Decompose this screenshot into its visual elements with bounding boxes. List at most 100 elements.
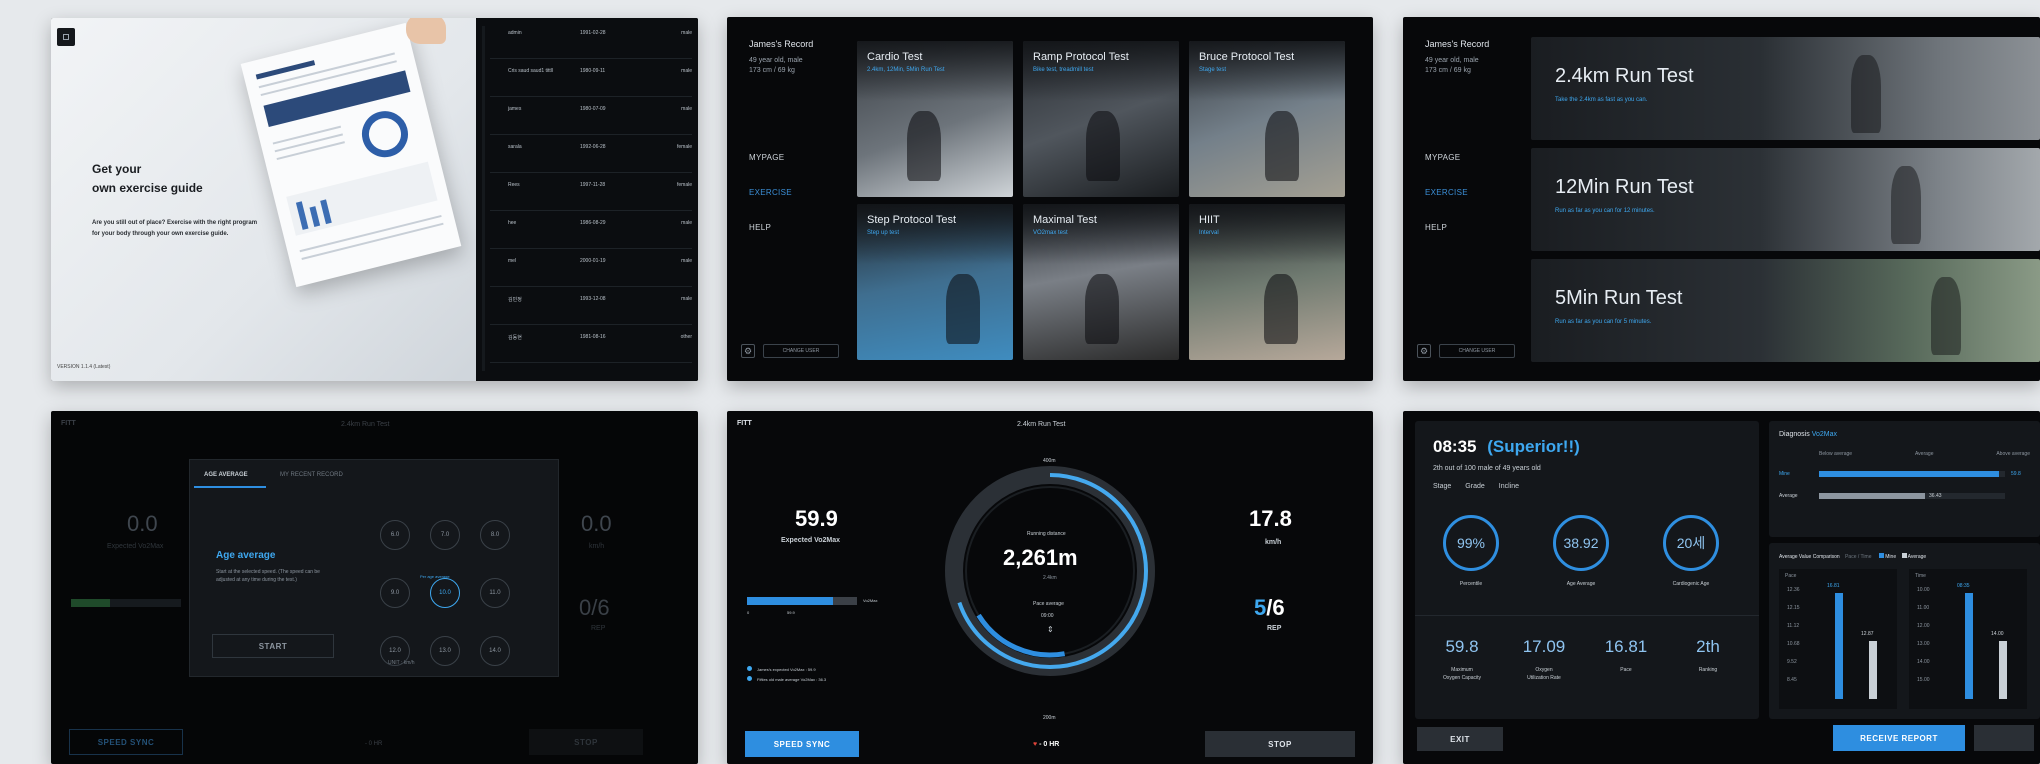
user-row[interactable]: james 1980-07-09 male <box>490 106 692 136</box>
result-stat-label: Oxygen <box>1535 667 1553 673</box>
runner-figure <box>946 274 980 344</box>
result-stat-value: 2th <box>1696 637 1720 656</box>
user-name: james <box>508 106 522 112</box>
tile-title: Maximal Test <box>1033 214 1097 226</box>
runner-figure <box>1264 274 1298 344</box>
tab-my-recent-record[interactable]: MY RECENT RECORD <box>280 472 343 478</box>
user-row[interactable]: 김동현 1981-08-16 other <box>490 334 692 364</box>
exercise-tile[interactable]: Ramp Protocol Test Bike test, treadmill t… <box>1023 41 1179 197</box>
vo2-bar <box>747 597 857 605</box>
pace-toggle-icon[interactable]: ⇕ <box>1047 625 1054 634</box>
user-list-scrollbar[interactable] <box>482 26 485 371</box>
user-birthdate: 1997-11-28 <box>580 182 606 188</box>
tile-subtitle: Stage test <box>1199 67 1227 73</box>
speed-option[interactable]: 7.0 <box>430 520 460 550</box>
user-row[interactable]: sarala 1992-06-28 female <box>490 144 692 174</box>
user-gender: female <box>676 144 692 150</box>
exercise-tile[interactable]: Cardio Test 2.4km, 12Min, 5Min Run Test <box>857 41 1013 197</box>
speed-option[interactable]: 14.0 <box>480 636 510 666</box>
user-birthdate: 1991-02-28 <box>580 30 606 36</box>
version-label: VERSION 1.1.4 (Latest) <box>57 364 111 370</box>
time-table: Time 10.00 11.00 12.00 13.00 14.00 15.00 08:35… <box>1909 569 2027 709</box>
diagnosis-title: Diagnosis Vo2Max <box>1779 431 1837 438</box>
hand-illustration <box>406 18 446 44</box>
result-rank-text: 2th out of 100 male of 49 years old <box>1433 465 1541 472</box>
user-name: Rees <box>508 182 520 188</box>
settings-icon[interactable]: ⚙ <box>1417 344 1431 358</box>
result-circle: 99% <box>1443 515 1499 571</box>
tab-age-average[interactable]: AGE AVERAGE <box>204 472 248 478</box>
speed-hint: Per age average <box>420 574 450 579</box>
row-divider <box>490 210 692 211</box>
logo-icon[interactable] <box>57 28 75 46</box>
comparison-row-label: 10.00 <box>1917 587 1930 593</box>
user-list: admin 1991-02-28 male Cris saud saud1 tittl… <box>476 18 698 381</box>
change-user-button[interactable]: CHANGE USER <box>1439 344 1515 358</box>
speed-option[interactable]: 9.0 <box>380 578 410 608</box>
speed-option[interactable]: 8.0 <box>480 520 510 550</box>
vo2-label: Expected Vo2Max <box>781 537 841 544</box>
exercise-tile[interactable]: HIIT Interval <box>1189 204 1345 360</box>
run-test-tile[interactable]: 2.4km Run Test Take the 2.4km as fast as … <box>1531 37 2040 140</box>
exercise-tile[interactable]: Step Protocol Test Step up test <box>857 204 1013 360</box>
menu-exercise[interactable]: EXERCISE <box>749 188 792 197</box>
rep-value: 0/6 <box>579 595 610 620</box>
receive-report-button[interactable]: RECEIVE REPORT <box>1833 725 1965 751</box>
exit-button[interactable]: EXIT <box>1417 727 1503 751</box>
row-divider <box>490 172 692 173</box>
user-name: admin <box>508 30 522 36</box>
heart-rate: - 0 HR <box>365 741 383 747</box>
user-row[interactable]: mel 2000-01-19 male <box>490 258 692 288</box>
pace-table-title: Pace <box>1785 573 1797 579</box>
time-table-title: Time <box>1915 573 1926 579</box>
speed-option[interactable]: 11.0 <box>480 578 510 608</box>
user-birthdate: 1980-09-11 <box>580 68 606 74</box>
user-row[interactable]: Cris saud saud1 tittll 1980-09-11 male <box>490 68 692 98</box>
comparison-bar-label: 16.81 <box>1827 583 1840 589</box>
menu-help[interactable]: HELP <box>749 223 792 232</box>
menu-help[interactable]: HELP <box>1425 223 1468 232</box>
start-test-panel: FITT 2.4km Run Test 0.0 Expected Vo2Max … <box>51 411 698 764</box>
user-row[interactable]: hee 1986-08-29 male <box>490 220 692 250</box>
run-test-tile[interactable]: 12Min Run Test Run as far as you can for … <box>1531 148 2040 251</box>
user-row[interactable]: 김민정 1993-12-08 male <box>490 296 692 326</box>
profile-block: James's Record 49 year old, male 173 cm … <box>749 39 813 74</box>
menu-mypage[interactable]: MYPAGE <box>1425 153 1468 162</box>
user-row[interactable]: admin 1991-02-28 male <box>490 30 692 60</box>
tile-subtitle: Interval <box>1199 230 1219 236</box>
user-birthdate: 1986-08-29 <box>580 220 606 226</box>
diagnosis-bar-fill <box>1819 493 1926 499</box>
diagnosis-columns: Below average Average Above average <box>1819 451 2030 457</box>
speed-option[interactable]: 6.0 <box>380 520 410 550</box>
speed-sync-button[interactable]: SPEED SYNC <box>745 731 859 757</box>
user-name: 김동현 <box>508 335 522 341</box>
user-birthdate: 1992-06-28 <box>580 144 606 150</box>
exercise-tile[interactable]: Bruce Protocol Test Stage test <box>1189 41 1345 197</box>
user-row[interactable]: Rees 1997-11-28 female <box>490 182 692 212</box>
speed-option[interactable]: 10.0 <box>430 578 460 608</box>
vo2-value: 0.0 <box>127 511 158 536</box>
run-test-tile[interactable]: 5Min Run Test Run as far as you can for 5… <box>1531 259 2040 362</box>
modal-description: Start at the selected speed. (The speed … <box>216 569 320 583</box>
diagnosis-card: Diagnosis Vo2Max Below average Average Abo… <box>1769 421 2040 537</box>
stop-button[interactable]: STOP <box>1205 731 1355 757</box>
settings-icon[interactable]: ⚙ <box>741 344 755 358</box>
run-test-title: 2.4km Run Test <box>1555 65 1694 87</box>
comparison-bar-label: 12.87 <box>1861 631 1874 637</box>
speed-option[interactable]: 13.0 <box>430 636 460 666</box>
speed-sync-button[interactable]: SPEED SYNC <box>69 729 183 755</box>
vo2-bar-value: 59.9 <box>787 610 795 615</box>
secondary-button[interactable] <box>1974 725 2034 751</box>
result-circle: 20세 <box>1663 515 1719 571</box>
menu-mypage[interactable]: MYPAGE <box>749 153 792 162</box>
result-circle-label: Percentile <box>1459 581 1483 587</box>
exercise-tile[interactable]: Maximal Test VO2max test <box>1023 204 1179 360</box>
result-panel: 08:35 (Superior!!) 2th out of 100 male o… <box>1403 411 2040 764</box>
start-button[interactable]: START <box>212 634 334 658</box>
profile-size: 173 cm / 69 kg <box>1425 67 1471 74</box>
result-stat-sublabel: Oxygen Capacity <box>1442 675 1482 681</box>
stop-button[interactable]: STOP <box>529 729 643 755</box>
change-user-button[interactable]: CHANGE USER <box>763 344 839 358</box>
vo2-bar-fill <box>747 597 833 605</box>
menu-exercise[interactable]: EXERCISE <box>1425 188 1468 197</box>
